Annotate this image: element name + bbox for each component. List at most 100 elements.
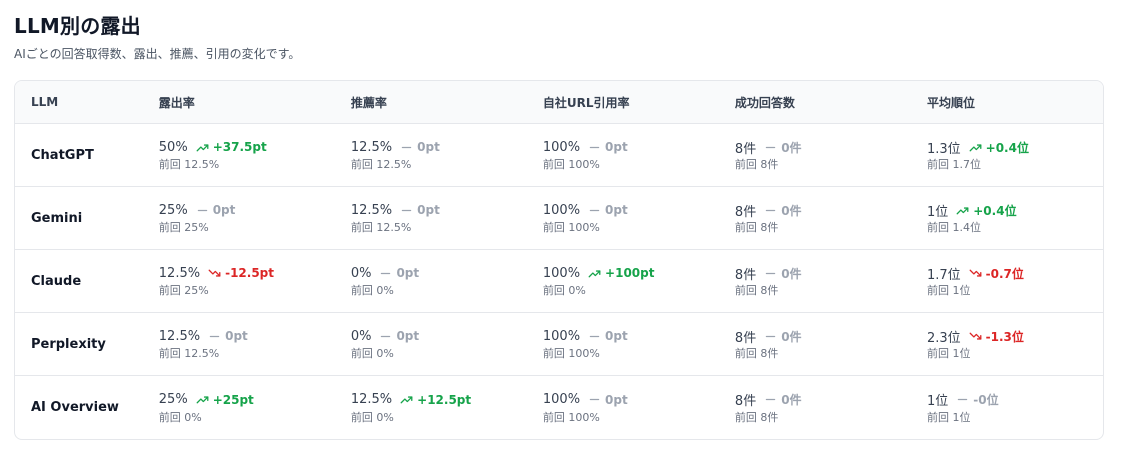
dash-icon: [588, 330, 605, 343]
previous-value: 前回 0%: [350, 284, 394, 297]
previous-value: 前回 8件: [734, 158, 779, 171]
metric-cell-average-rank: 1.3位 +0.4位 前回 1.7位: [911, 138, 1103, 172]
metric-value: 8件: [734, 267, 757, 283]
metric-delta-text: 0件: [781, 203, 802, 218]
dash-icon: [588, 204, 605, 217]
metric-value: 100%: [542, 265, 581, 281]
metric-delta: -0位: [956, 391, 999, 408]
metric-delta: 0pt: [588, 140, 628, 154]
trend-down-icon: [969, 267, 986, 280]
dash-icon: [764, 204, 781, 217]
dash-icon: [764, 267, 781, 280]
metric-delta: -0.7位: [969, 265, 1024, 282]
metric-cell-recommendation-rate: 12.5% 0pt 前回 12.5%: [335, 138, 527, 172]
metric-delta-text: 0pt: [605, 329, 628, 343]
trend-up-icon: [588, 267, 605, 280]
metric-delta: 0pt: [588, 393, 628, 407]
metric-cell-successful-answers: 8件 0件 前回 8件: [719, 201, 911, 235]
trend-up-icon: [196, 141, 213, 154]
metric-value: 8件: [734, 141, 757, 157]
metric-value: 100%: [542, 139, 581, 155]
previous-value: 前回 100%: [542, 158, 600, 171]
column-header-own-url-citation-rate: 自社URL引用率: [542, 95, 630, 110]
previous-value: 前回 8件: [734, 410, 779, 424]
metric-delta-text: -1.3位: [985, 329, 1024, 344]
previous-value: 前回 25%: [158, 221, 209, 234]
metric-delta: +37.5pt: [196, 140, 267, 154]
metric-cell-successful-answers: 8件 0件 前回 8件: [719, 327, 911, 361]
metric-delta-text: 0件: [781, 140, 802, 155]
previous-value: 前回 1.7位: [926, 158, 981, 171]
metric-delta-text: 0pt: [605, 140, 628, 154]
previous-value: 前回 1位: [926, 410, 971, 424]
metric-delta-text: 0pt: [605, 203, 628, 217]
metric-delta: 0pt: [588, 203, 628, 217]
previous-value: 前回 100%: [542, 410, 600, 424]
metric-cell-successful-answers: 8件 0件 前回 8件: [719, 264, 911, 298]
metric-value: 100%: [542, 328, 581, 344]
metric-delta: 0件: [764, 202, 802, 219]
metric-delta-text: 0件: [781, 329, 802, 344]
llm-name: ChatGPT: [31, 147, 94, 163]
llm-exposure-section: LLM別の露出 AIごとの回答取得数、露出、推薦、引用の変化です。 LLM 露出…: [0, 0, 1122, 440]
previous-value: 前回 12.5%: [158, 158, 220, 171]
metric-cell-exposure-rate: 50% +37.5pt 前回 12.5%: [143, 138, 335, 172]
llm-name: Claude: [31, 273, 82, 289]
trend-down-icon: [969, 330, 986, 343]
metric-value: 0%: [350, 265, 372, 281]
metric-cell-average-rank: 1位 -0位 前回 1位: [911, 391, 1103, 425]
metric-value: 8件: [734, 394, 757, 409]
metric-value: 0%: [350, 328, 372, 344]
metric-delta-text: +0.4位: [973, 203, 1017, 218]
metric-value: 8件: [734, 330, 757, 346]
metric-delta: +0.4位: [969, 139, 1029, 156]
metric-value: 12.5%: [350, 202, 393, 218]
dash-icon: [379, 267, 396, 280]
table-row: Claude 12.5% -12.5pt 前回 25% 0% 0pt 前回 0% 100% +1…: [15, 250, 1103, 313]
dash-icon: [764, 393, 781, 406]
previous-value: 前回 0%: [158, 410, 202, 424]
metric-value: 8件: [734, 204, 757, 220]
dash-icon: [400, 141, 417, 154]
dash-icon: [588, 141, 605, 154]
column-header-successful-answers: 成功回答数: [734, 95, 795, 110]
metric-delta-text: 0pt: [396, 329, 420, 343]
metric-delta: 0pt: [208, 329, 248, 343]
metric-value: 12.5%: [350, 392, 393, 407]
table-header-row: LLM 露出率 推薦率 自社URL引用率 成功回答数 平均順位: [15, 81, 1103, 124]
metric-delta-text: +100pt: [605, 266, 655, 280]
column-header-recommendation-rate: 推薦率: [350, 95, 387, 110]
previous-value: 前回 12.5%: [158, 347, 220, 360]
previous-value: 前回 0%: [542, 284, 586, 297]
metric-delta: 0件: [764, 139, 802, 156]
metric-value: 50%: [158, 139, 188, 155]
metric-delta: -12.5pt: [208, 266, 274, 280]
llm-name: AI Overview: [31, 400, 119, 415]
column-header-llm: LLM: [31, 95, 59, 109]
previous-value: 前回 12.5%: [350, 158, 412, 171]
metric-delta-text: 0pt: [417, 203, 440, 217]
metric-delta: 0pt: [196, 203, 235, 217]
metric-value: 100%: [542, 392, 581, 407]
metric-cell-exposure-rate: 25% 0pt 前回 25%: [143, 201, 335, 235]
previous-value: 前回 8件: [734, 347, 779, 360]
metric-delta: -1.3位: [969, 328, 1024, 345]
metric-delta: 0pt: [588, 329, 628, 343]
dash-icon: [588, 393, 605, 406]
previous-value: 前回 0%: [350, 347, 394, 360]
previous-value: 前回 12.5%: [350, 221, 412, 234]
metric-delta-text: -12.5pt: [225, 266, 275, 280]
previous-value: 前回 1位: [926, 284, 971, 297]
metric-delta: +25pt: [196, 393, 254, 407]
metric-value: 25%: [158, 392, 188, 407]
metric-cell-own-url-citation-rate: 100% 0pt 前回 100%: [527, 327, 719, 361]
llm-exposure-table: LLM 露出率 推薦率 自社URL引用率 成功回答数 平均順位 ChatGPT 5…: [14, 80, 1104, 440]
dash-icon: [400, 204, 417, 217]
metric-cell-recommendation-rate: 0% 0pt 前回 0%: [335, 327, 527, 361]
metric-delta-text: 0pt: [605, 392, 628, 407]
metric-cell-average-rank: 1位 +0.4位 前回 1.4位: [911, 201, 1103, 235]
metric-value: 12.5%: [158, 265, 201, 281]
trend-up-icon: [196, 393, 213, 406]
metric-delta: 0pt: [400, 140, 440, 154]
dash-icon: [764, 330, 781, 343]
